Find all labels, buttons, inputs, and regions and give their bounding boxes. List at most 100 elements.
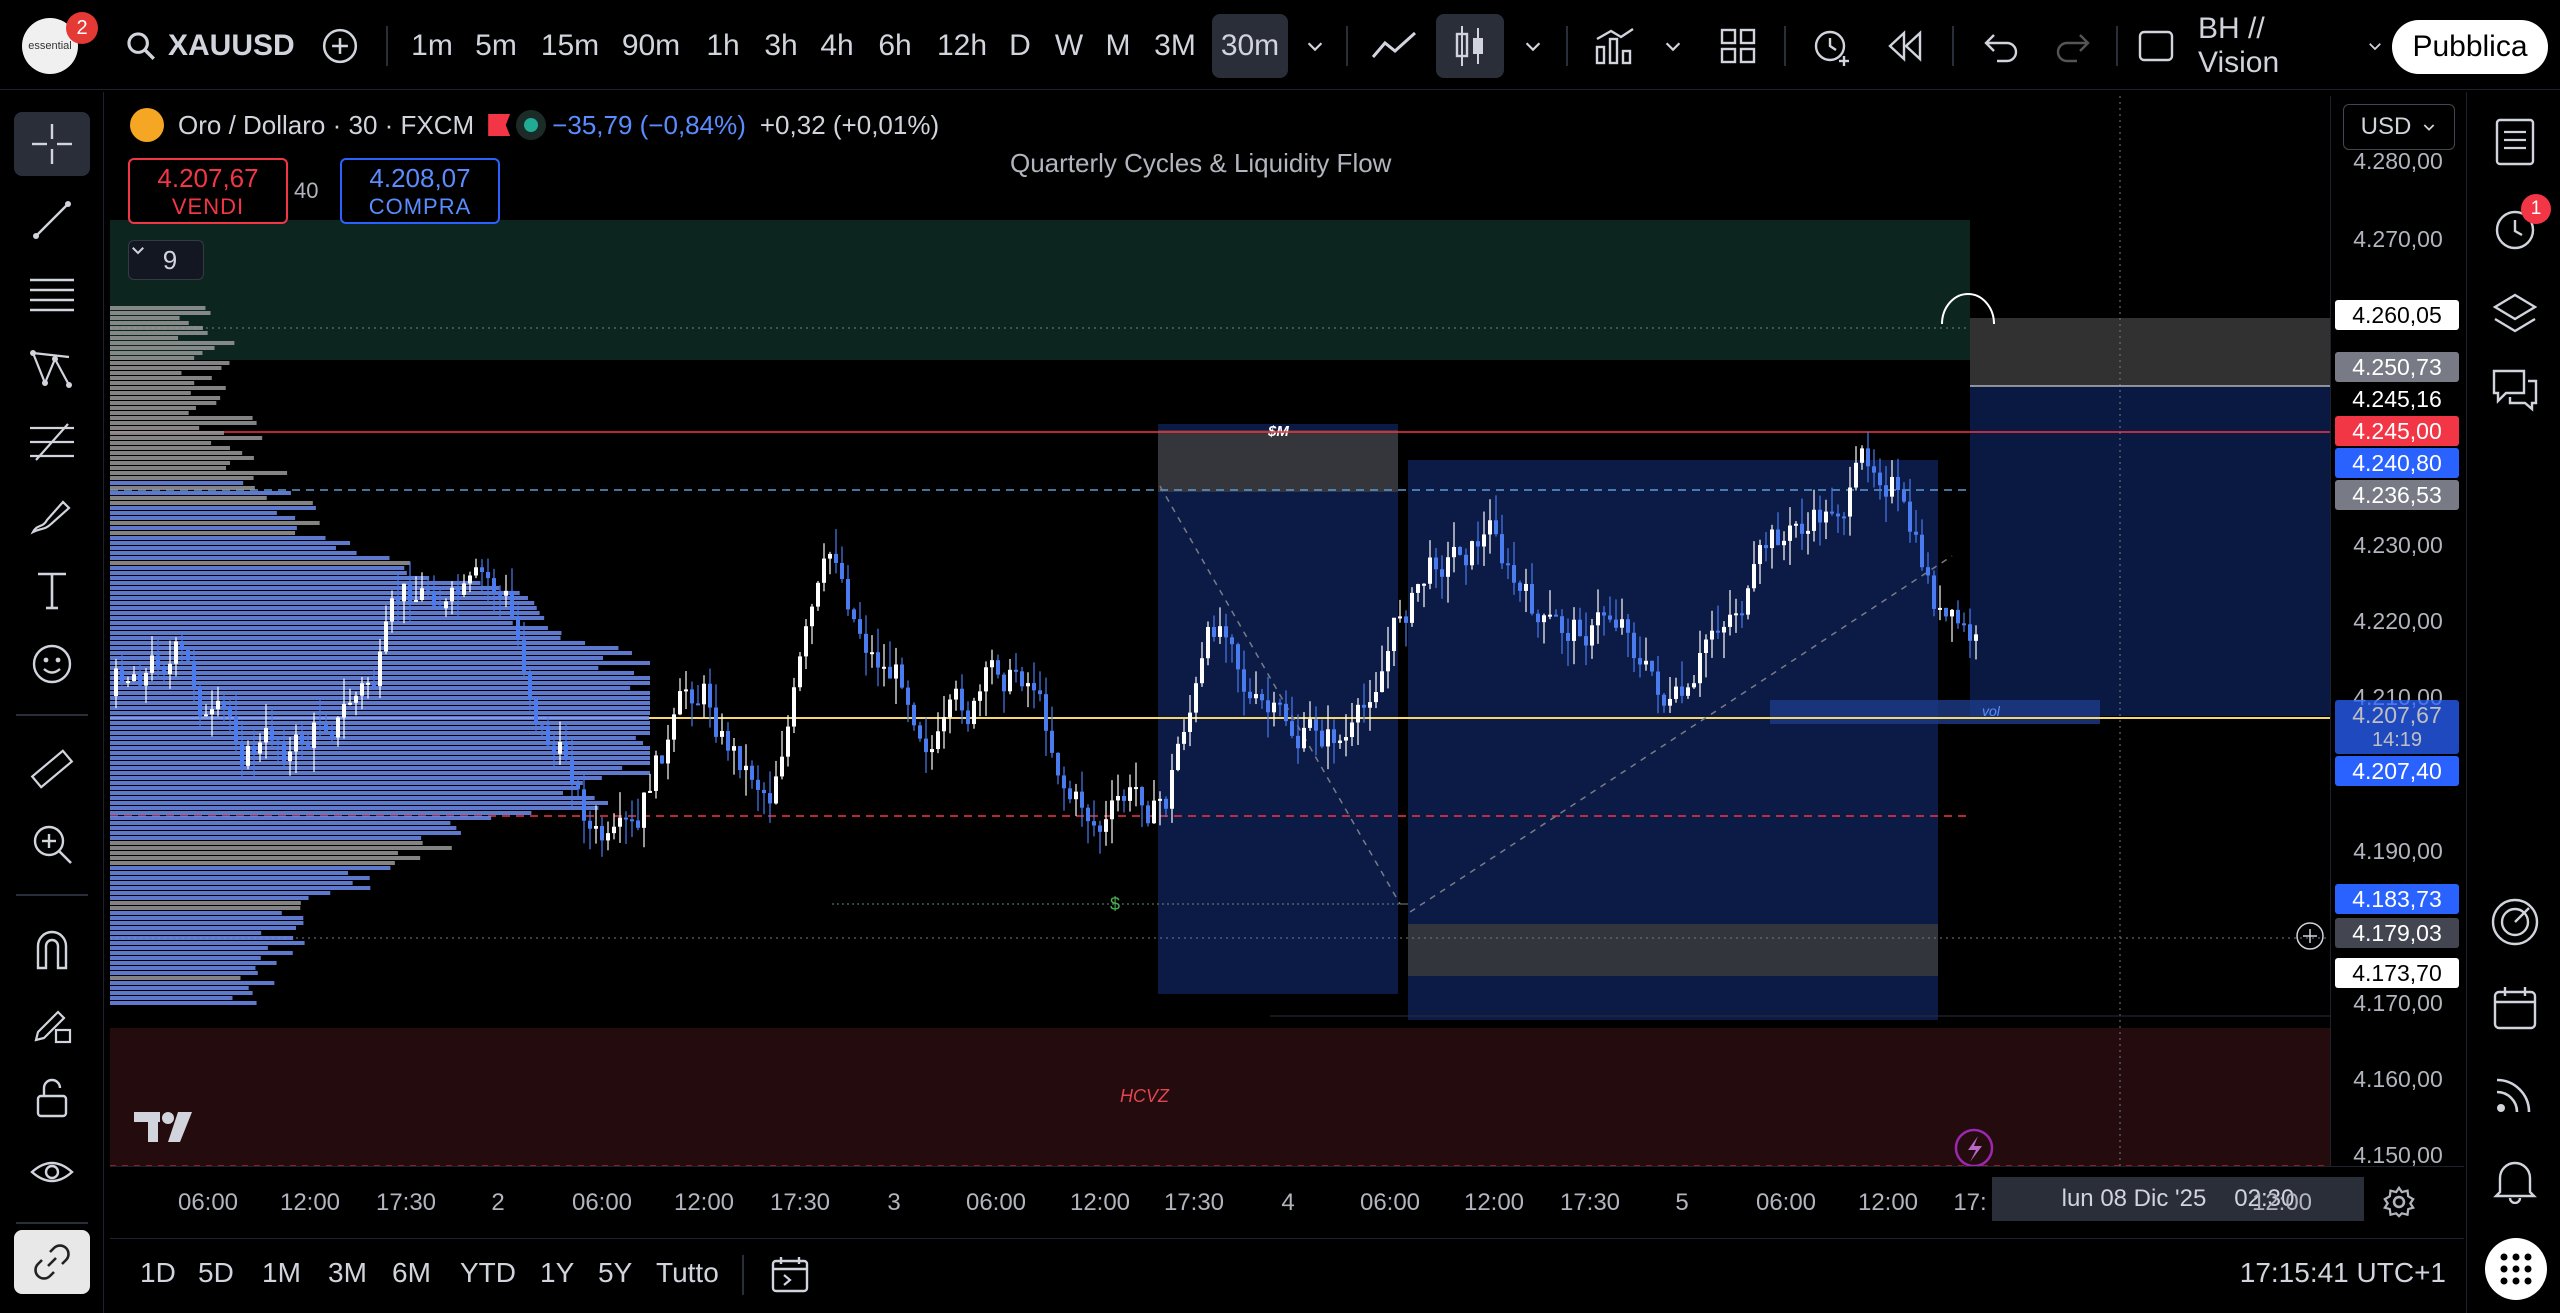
timeframe-w[interactable]: W [1050,14,1088,78]
timeframe-1m[interactable]: 1m [404,14,460,78]
range-6m[interactable]: 6M [392,1257,431,1289]
ideas-button[interactable] [2485,892,2545,952]
news-stream-button[interactable] [2485,1064,2545,1124]
candle-body [1140,787,1144,806]
chart-type-dropdown[interactable] [1516,14,1550,78]
lock-drawings-tool[interactable] [14,1066,90,1130]
brush-tool[interactable] [14,484,90,548]
candle-body [774,776,778,804]
line-chart-button[interactable] [1366,14,1422,78]
candle-body [990,660,994,668]
price-chart[interactable]: HCVZ$M$vol [110,96,2460,1166]
timeframe-3m[interactable]: 3M [1148,14,1202,78]
price-scale[interactable]: USD 4.280,00 4.270,00 4.230,00 4.220,00 … [2330,96,2464,1168]
replay-button[interactable] [1876,14,1936,78]
time-scale[interactable]: 06:00 12:00 17:30 2 06:00 12:00 17:30 3 … [110,1166,2464,1238]
apps-button[interactable] [2485,1238,2547,1300]
time-label: 3 [887,1189,901,1216]
publish-button[interactable]: Pubblica [2392,20,2548,74]
sell-button[interactable]: 4.207,67 VENDI [128,158,288,224]
hcvz-zone [110,1028,2330,1166]
chart-settings-button[interactable] [2382,1185,2416,1224]
add-symbol-button[interactable] [318,14,362,78]
candle-body [852,609,856,620]
volume-profile-bar [110,756,650,760]
horizontal-lines-tool[interactable] [14,262,90,326]
candle-chart-button[interactable] [1436,14,1504,78]
range-ytd[interactable]: YTD [460,1257,516,1289]
range-3m[interactable]: 3M [328,1257,367,1289]
object-tree-button[interactable] [2485,284,2545,344]
symbol-title[interactable]: Oro / Dollaro · 30 · FXCM [178,110,474,141]
indicators-button[interactable] [1586,14,1642,78]
go-to-date-button[interactable] [770,1255,810,1300]
ruler-tool[interactable] [14,738,90,802]
watchlist-button[interactable] [2485,112,2545,172]
timeframe-6h[interactable]: 6h [872,14,918,78]
candle-body [912,704,916,726]
timeframe-15m[interactable]: 15m [536,14,604,78]
range-5y[interactable]: 5Y [598,1257,632,1289]
indicator-title[interactable]: Quarterly Cycles & Liquidity Flow [1010,148,1391,179]
range-all[interactable]: Tutto [656,1257,719,1289]
candle-body [828,553,832,559]
timeframe-d[interactable]: D [1004,14,1036,78]
redo-button[interactable] [2046,14,2102,78]
volume-profile-bar [110,346,215,350]
undo-button[interactable] [1972,14,2028,78]
text-tool[interactable] [14,558,90,622]
candle-body [426,588,430,591]
chats-button[interactable] [2485,360,2545,420]
candle-body [1032,683,1036,691]
indicators-dropdown[interactable] [1656,14,1690,78]
stay-in-drawing-mode-tool[interactable] [14,992,90,1056]
zoom-in-tool[interactable] [14,812,90,876]
price-tag: 4.240,80 [2335,448,2459,478]
chart-pane[interactable]: HCVZ $M $ vol Oro / Dollaro · 30 · FXCM −35… [110,96,2460,1166]
layout-name-menu[interactable]: BH // Vision [2198,12,2384,79]
volume-profile-bar [110,486,255,490]
layout-button[interactable] [1710,14,1766,78]
notifications-button[interactable] [2485,1150,2545,1210]
alert-button[interactable] [1802,14,1862,78]
timeframe-3h[interactable]: 3h [758,14,804,78]
chevron-down-icon [1665,42,1681,52]
magnet-tool[interactable] [14,918,90,982]
timeframe-4h[interactable]: 4h [814,14,860,78]
hide-drawings-tool[interactable] [14,1140,90,1204]
fib-tool[interactable] [14,410,90,474]
pattern-tool[interactable] [14,336,90,400]
buy-button[interactable]: 4.208,07 COMPRA [340,158,500,224]
crosshair-tool[interactable] [14,112,90,176]
volume-profile-bar [110,726,650,730]
candle-body [558,741,562,754]
candle-body [1842,516,1846,519]
timeframe-12h[interactable]: 12h [932,14,992,78]
candle-body [726,730,730,751]
calendar-button[interactable] [2485,978,2545,1038]
fullscreen-button[interactable] [2128,14,2184,78]
emoji-tool[interactable] [14,632,90,696]
bottom-bar: 1D 5D 1M 3M 6M YTD 1Y 5Y Tutto 17:15:41 … [110,1238,2464,1313]
timeframe-dropdown[interactable] [1298,14,1332,78]
indicators-collapse-button[interactable]: 9 [128,240,204,280]
timeframe-30m-active[interactable]: 30m [1212,14,1288,78]
range-1y[interactable]: 1Y [540,1257,574,1289]
volume-profile-bar [110,476,254,480]
range-5d[interactable]: 5D [198,1257,234,1289]
currency-selector[interactable]: USD [2343,104,2455,150]
link-tool[interactable] [14,1230,90,1294]
zoom-in-icon [33,825,72,864]
volume-profile-bar [110,616,545,620]
trend-line-tool[interactable] [14,188,90,252]
range-1d[interactable]: 1D [140,1257,176,1289]
timeframe-90m[interactable]: 90m [616,14,686,78]
candle-body [966,710,970,725]
range-1m[interactable]: 1M [262,1257,301,1289]
volume-profile-bar [110,431,225,435]
timeframe-m[interactable]: M [1100,14,1136,78]
clock[interactable]: 17:15:41 UTC+1 [2240,1257,2446,1289]
timeframe-5m[interactable]: 5m [468,14,524,78]
candle-body [1728,614,1732,627]
timeframe-1h[interactable]: 1h [700,14,746,78]
